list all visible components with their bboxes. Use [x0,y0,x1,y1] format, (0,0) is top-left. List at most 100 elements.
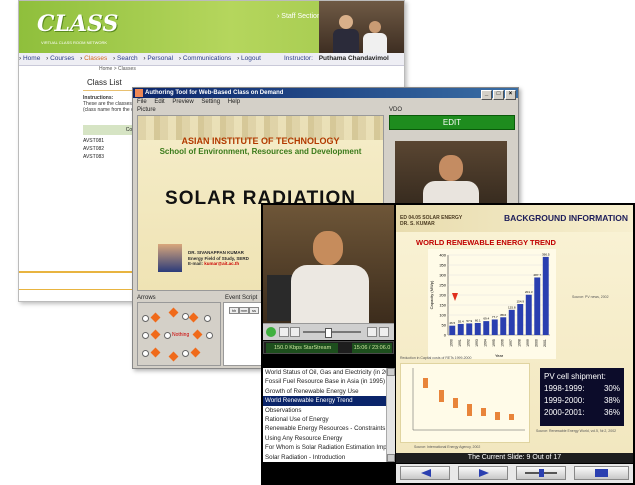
seek-track[interactable] [303,331,361,333]
stop-button[interactable] [290,327,300,337]
bar [542,256,549,335]
next-slide-button[interactable] [458,466,508,480]
data-label: 125.8 [508,305,516,309]
background-info-title: BACKGROUND INFORMATION [504,213,629,223]
arrow-radio[interactable] [142,315,149,322]
breadcrumb: Home > Classes [99,66,136,72]
picture-label: Picture [137,107,156,113]
menu-bar: File Edit Preview Setting Help [133,98,518,107]
arrow-radio[interactable] [206,332,213,339]
nav-personal[interactable]: Personal [147,55,173,62]
x-tick-label: 2001 [543,339,547,347]
app-icon [135,89,143,97]
x-tick-label: 1994 [483,339,487,347]
class-player-window: 150.0 Kbps StarStream 15:06 / 23:06.0 Wo… [261,203,635,485]
arrow-down-icon [168,351,179,362]
slide-list-item[interactable]: Fossil Fuel Resource Base in Asia (in 19… [263,377,386,386]
nav-home[interactable]: Home [23,55,40,62]
current-slide-indicator: The Current Slide: 9 Out of 17 [396,453,633,463]
event-script-header: hh mm ss [229,307,259,314]
y-tick-label: 300 [439,273,446,278]
slide-list-item[interactable]: For Whom is Solar Radiation Estimation I… [263,443,386,452]
arrow-radio[interactable] [182,350,189,357]
pv-row: 2000-2001: 36% [544,408,620,417]
slide-index-button[interactable] [516,466,566,480]
cost-chart-title: Reduction in Capital costs of RETs 1999-… [400,356,472,360]
data-label: 88.6 [500,313,506,317]
scroll-up-button[interactable] [387,368,395,376]
slide-list[interactable]: World Status of Oil, Gas and Electricity… [263,368,386,462]
x-tick-label: 1997 [509,339,513,347]
cost-chart-source: Source: International Energy Agency, 200… [414,445,481,449]
nav-search[interactable]: Search [117,55,138,62]
pause-button[interactable] [279,327,289,337]
y-tick-label: 200 [439,293,446,298]
edit-button[interactable]: EDIT [389,115,515,130]
menu-preview[interactable]: Preview [172,99,193,105]
forward-button[interactable] [379,327,389,337]
x-tick-label: 1996 [500,339,504,347]
menu-setting[interactable]: Setting [201,99,220,105]
arrow-up-right-icon [188,312,199,323]
x-tick-label: 2000 [534,339,538,347]
nothing-label: Nothing [172,332,190,338]
bar [483,321,490,335]
x-tick-label: 1991 [458,339,462,347]
slide-list-item[interactable]: World Renewable Energy Trend [263,396,386,406]
arrow-radio[interactable] [142,350,149,357]
menu-edit[interactable]: Edit [154,99,164,105]
data-label: 69.4 [483,317,489,321]
slide-list-item[interactable]: World Status of Oil, Gas and Electricity… [263,368,386,377]
slide-list-item[interactable]: Rational Use of Energy [263,415,386,424]
last-slide-icon [595,469,608,477]
previous-slide-button[interactable] [400,466,450,480]
data-label: 201.3 [525,290,533,294]
event-script-label: Event Script [225,295,258,301]
nav-courses[interactable]: Courses [50,55,74,62]
pv-title: PV cell shipment: [544,372,606,381]
chart-source: Source: PV news, 2002 [572,295,609,299]
arrow-down-right-icon [190,347,201,358]
vclass-navbar: › Home › Courses › Classes › Search › Pe… [19,53,404,66]
arrow-up-icon [168,307,179,318]
renewable-energy-chart: 0 50 100 150 200 250 300 350 400 46.5 1990 55.4 1991… [428,249,556,359]
rewind-button[interactable] [367,327,377,337]
seek-thumb[interactable] [325,328,332,338]
slide-list-item[interactable]: Renewable Energy Resources - Constraints [263,424,386,433]
pv-row: 1999-2000: 38% [544,396,620,405]
arrow-radio[interactable] [142,332,149,339]
data-label: 287.7 [533,273,541,277]
bitrate-status: 150.0 Kbps StarStream [266,343,338,353]
slide-list-item[interactable]: Observations [263,406,386,415]
scroll-down-button[interactable] [387,454,395,462]
nav-communications[interactable]: Communications [183,55,231,62]
lecture-video[interactable] [263,205,394,323]
stream-status: 150.0 Kbps StarStream 15:06 / 23:06.0 [263,341,394,354]
chart-title: WORLD RENEWABLE ENERGY TREND [416,238,556,247]
cost-reduction-chart [400,363,530,443]
slide-list-item[interactable]: Growth of Renewable Energy Use [263,387,386,396]
video-controls [263,323,394,340]
nav-logout[interactable]: Logout [241,55,261,62]
nothing-radio[interactable] [164,332,171,339]
play-button[interactable] [266,327,276,337]
x-axis-label: Year [495,353,504,358]
menu-file[interactable]: File [137,99,147,105]
slide-list-item[interactable]: Solar Radiation - Introduction [263,453,386,462]
banner-photo [319,1,404,53]
time-status: 15:06 / 23:06.0 [352,343,392,353]
slide-list-item[interactable]: Using Any Resource Energy [263,434,386,443]
arrow-radio[interactable] [204,315,211,322]
pv-source: Source: Renewable Energy World, vol.5, N… [536,429,617,433]
y-axis-label: Capacity (MWp) [429,280,434,309]
data-label: 60.1 [475,318,481,322]
nav-classes[interactable]: Classes [84,55,107,62]
arrow-up-left-icon [150,312,161,323]
slide-code: ED 04.05 SOLAR ENERGY DR. S. KUMAR [400,215,463,227]
staff-section-link[interactable]: › Staff Section [277,13,321,20]
end-button[interactable] [574,466,629,480]
menu-help[interactable]: Help [228,99,240,105]
slide-list-scrollbar[interactable] [386,368,395,462]
vclass-banner: CLASS VIRTUAL CLASS ROOM NETWORK › Staff… [19,1,404,53]
y-tick-label: 350 [439,263,446,268]
